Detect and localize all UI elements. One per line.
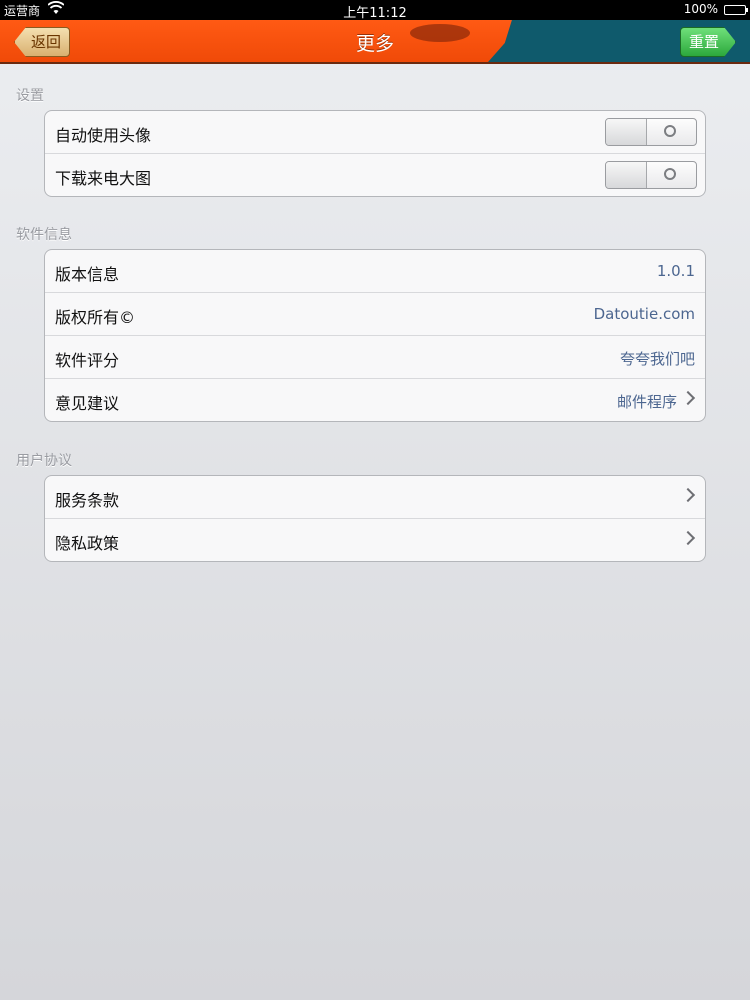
section-header-software-info: 软件信息	[16, 227, 72, 243]
reset-button[interactable]: 重置	[680, 27, 736, 57]
version-value: 1.0.1	[656, 262, 695, 280]
info-label: 版本信息	[55, 265, 120, 284]
setting-label: 下载来电大图	[55, 169, 152, 188]
nav-bar: 返回 更多 重置	[0, 20, 750, 64]
copyright-value: Datoutie.com	[593, 305, 695, 323]
download-photo-toggle[interactable]	[605, 161, 697, 189]
battery-percent: 100%	[683, 2, 718, 16]
agreement-row-privacy[interactable]: 隐私政策	[45, 518, 705, 561]
chevron-right-icon	[680, 390, 696, 406]
agreement-row-terms[interactable]: 服务条款	[45, 476, 705, 518]
settings-group: 自动使用头像 下载来电大图	[44, 110, 706, 197]
info-row-copyright: 版权所有© Datoutie.com	[45, 292, 705, 335]
toggle-off-icon	[664, 125, 676, 137]
agreement-label: 隐私政策	[55, 534, 120, 553]
toggle-knob	[606, 162, 647, 188]
page-title: 更多	[355, 33, 394, 55]
info-label: 软件评分	[55, 351, 120, 370]
battery-icon	[724, 5, 748, 15]
feedback-value: 邮件程序	[616, 393, 677, 411]
toggle-off-icon	[664, 168, 676, 180]
toggle-knob	[606, 119, 647, 145]
info-row-feedback[interactable]: 意见建议 邮件程序	[45, 378, 705, 421]
info-row-version: 版本信息 1.0.1	[45, 250, 705, 292]
chevron-right-icon	[680, 487, 696, 503]
section-header-settings: 设置	[16, 88, 44, 104]
info-label: 版权所有©	[55, 308, 136, 327]
software-info-group: 版本信息 1.0.1 版权所有© Datoutie.com 软件评分 夸夸我们吧…	[44, 249, 706, 422]
section-header-user-agreement: 用户协议	[16, 453, 72, 469]
setting-label: 自动使用头像	[55, 126, 152, 145]
auto-avatar-toggle[interactable]	[605, 118, 697, 146]
rating-value: 夸夸我们吧	[619, 350, 695, 368]
setting-row-download-photo: 下载来电大图	[45, 153, 705, 196]
user-agreement-group: 服务条款 隐私政策	[44, 475, 706, 562]
info-label: 意见建议	[55, 394, 120, 413]
clock: 上午11:12	[343, 6, 407, 21]
status-bar: 运营商 上午11:12 100%	[0, 0, 750, 21]
setting-row-auto-avatar: 自动使用头像	[45, 111, 705, 153]
chevron-right-icon	[680, 530, 696, 546]
info-row-rating[interactable]: 软件评分 夸夸我们吧	[45, 335, 705, 378]
agreement-label: 服务条款	[55, 491, 120, 510]
